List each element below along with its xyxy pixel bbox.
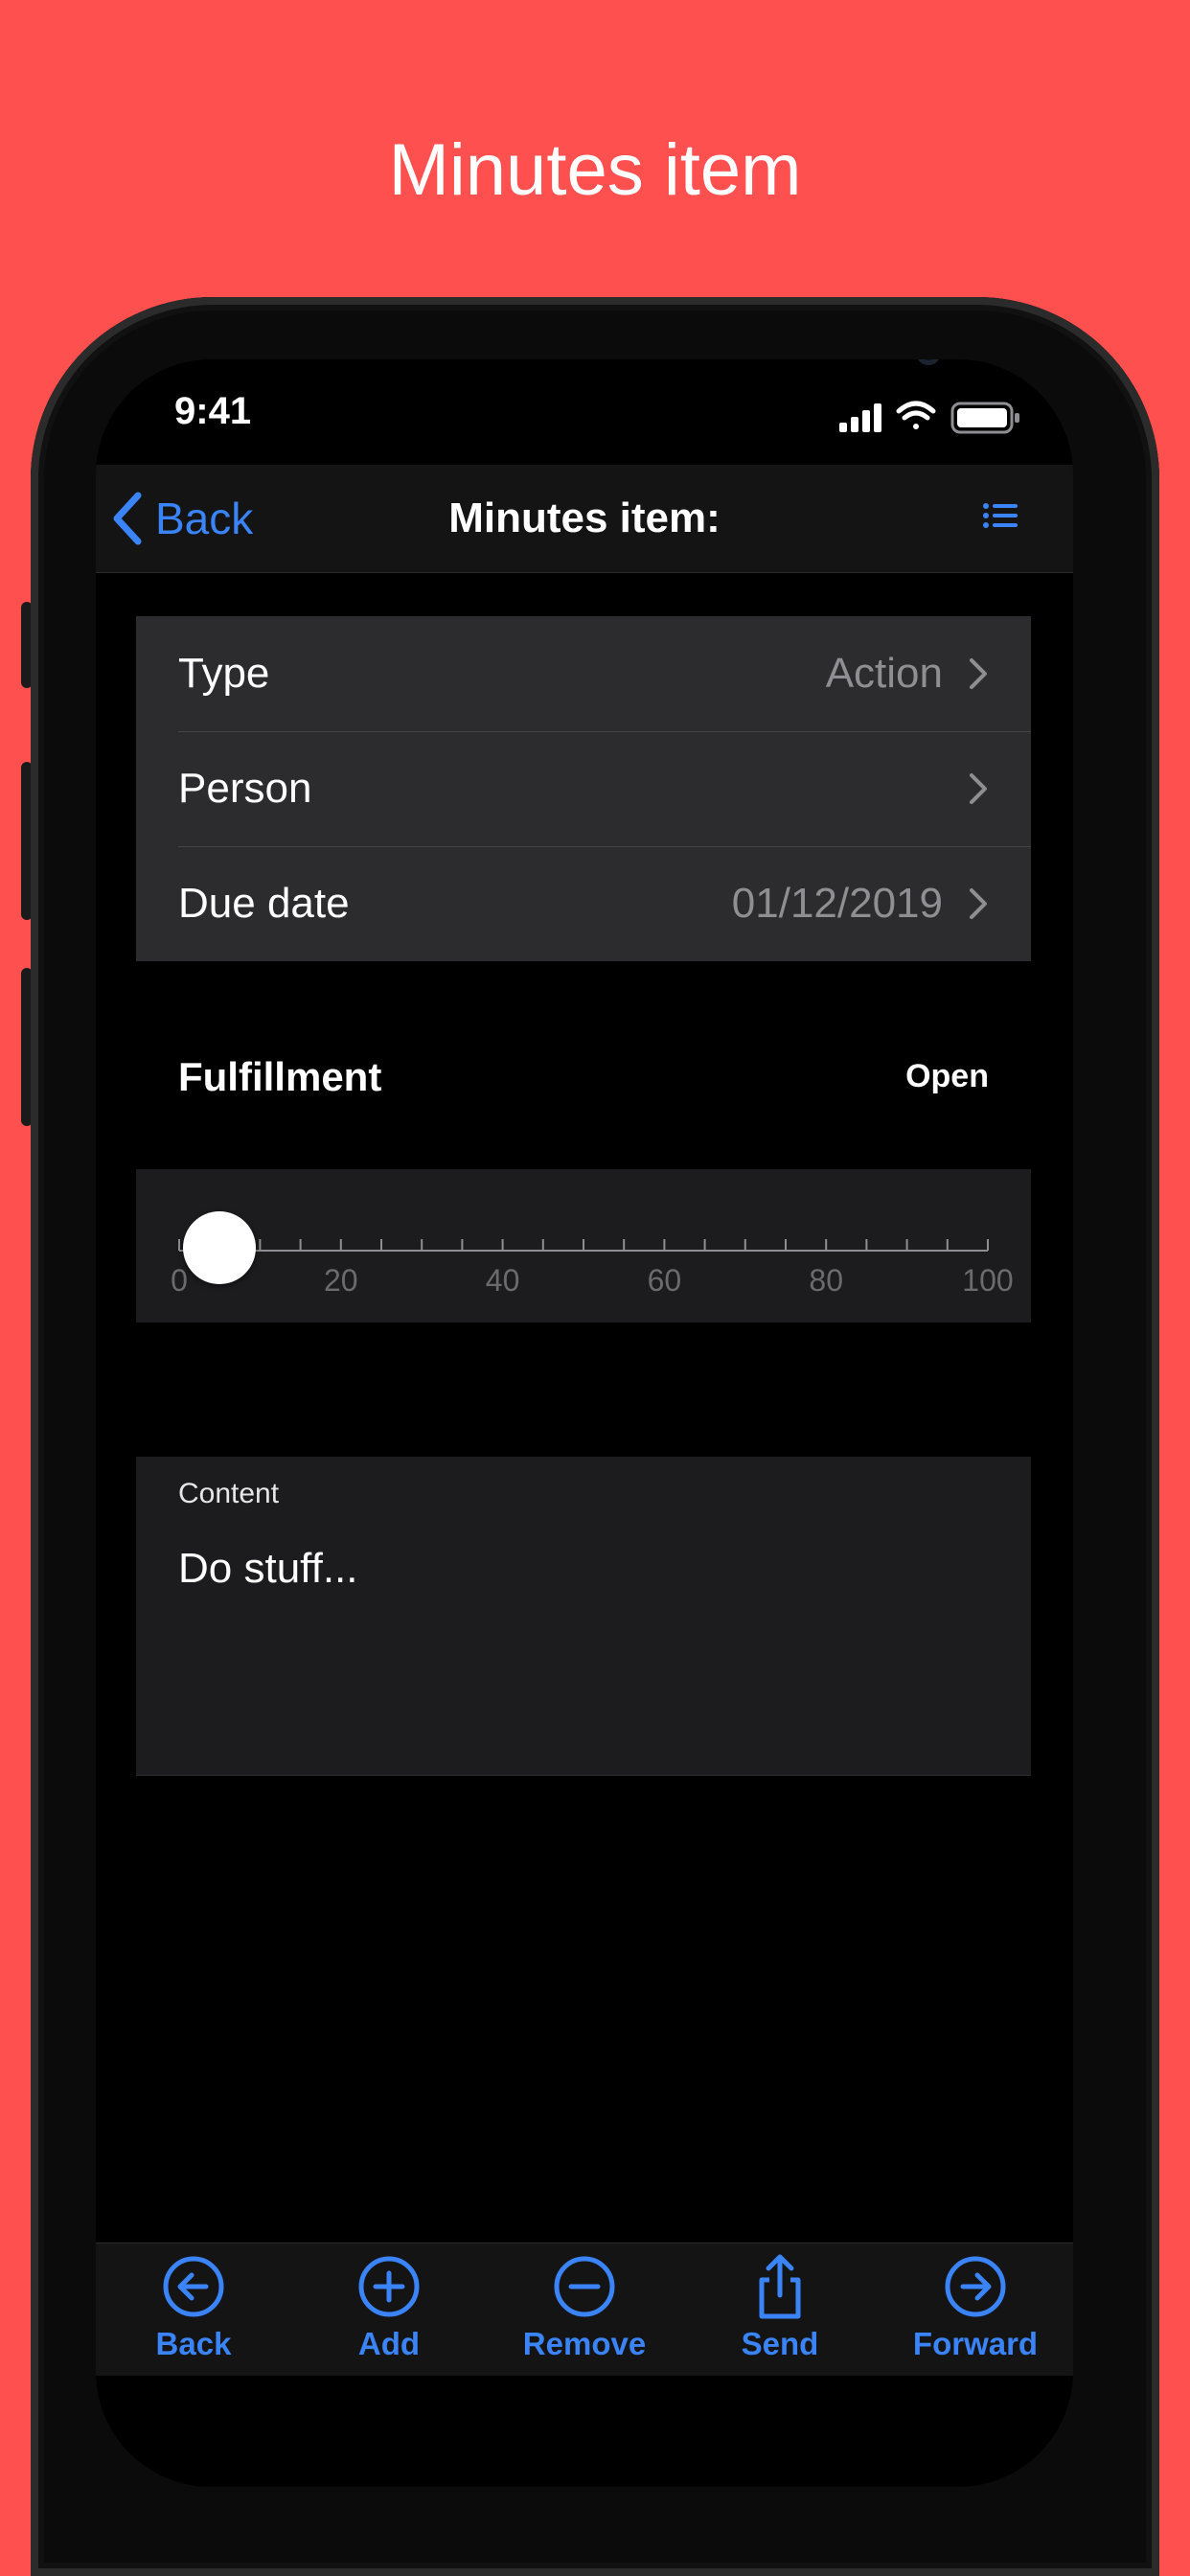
toolbar-send-button[interactable]: Send	[682, 2243, 878, 2376]
details-group: Type Action Person Due date 01/12/2019	[136, 616, 1031, 961]
slider-tick-label: 80	[809, 1263, 843, 1298]
notch	[314, 359, 941, 438]
share-icon	[759, 2254, 801, 2319]
toolbar-back-label: Back	[155, 2326, 232, 2361]
chevron-right-icon	[970, 773, 987, 804]
row-person[interactable]: Person	[136, 731, 1031, 846]
signal-icon	[839, 403, 881, 432]
slider-tick-label: 60	[647, 1263, 682, 1298]
toolbar-remove-button[interactable]: Remove	[487, 2243, 682, 2376]
toolbar-add-label: Add	[357, 2326, 421, 2361]
content-text[interactable]: Do stuff...	[178, 1545, 358, 1593]
content-panel[interactable]: Content Do stuff...	[136, 1457, 1031, 1776]
row-type[interactable]: Type Action	[136, 616, 1031, 731]
bottom-toolbar: Back Add Remove Send Forward	[96, 2242, 1073, 2376]
screen: 9:41 Back Minutes item: Type Action Pers…	[96, 359, 1073, 2487]
fulfillment-status: Open	[905, 1058, 989, 1094]
row-due-date-value: 01/12/2019	[731, 880, 943, 927]
slider-tick-label: 0	[171, 1263, 188, 1298]
toolbar-forward-label: Forward	[912, 2326, 1039, 2361]
content-label: Content	[178, 1478, 280, 1509]
slider-tick-label: 40	[485, 1263, 520, 1298]
toolbar-send-label: Send	[741, 2326, 819, 2361]
toolbar-forward-button[interactable]: Forward	[878, 2243, 1073, 2376]
slider-tick-label: 20	[324, 1263, 358, 1298]
row-type-label: Type	[178, 650, 270, 697]
arrow-right-circle-icon	[945, 2256, 1006, 2317]
plus-circle-icon	[358, 2256, 420, 2317]
chevron-right-icon	[970, 888, 987, 919]
marketing-title: Minutes item	[388, 129, 802, 211]
slider-thumb[interactable]	[183, 1211, 257, 1284]
slider-track[interactable]	[136, 1169, 1031, 1322]
front-camera	[916, 359, 941, 365]
toolbar-add-button[interactable]: Add	[291, 2243, 487, 2376]
status-icons	[839, 401, 1019, 434]
row-type-value: Action	[825, 650, 943, 697]
slider-tick-label: 100	[962, 1263, 1014, 1298]
list-icon[interactable]	[983, 501, 1018, 530]
toolbar-remove-label: Remove	[522, 2326, 647, 2361]
minus-circle-icon	[554, 2256, 615, 2317]
row-due-date[interactable]: Due date 01/12/2019	[136, 846, 1031, 961]
arrow-left-circle-icon	[163, 2256, 224, 2317]
wifi-icon	[896, 401, 936, 429]
battery-icon	[950, 402, 1019, 434]
row-person-label: Person	[178, 765, 312, 812]
fulfillment-slider-panel: 0 20 40 60 80 100	[136, 1169, 1031, 1322]
row-due-date-label: Due date	[178, 880, 350, 927]
chevron-right-icon	[970, 658, 987, 689]
navigation-bar: Back Minutes item:	[96, 465, 1073, 573]
status-time: 9:41	[174, 390, 252, 432]
toolbar-back-button[interactable]: Back	[96, 2243, 291, 2376]
page-title: Minutes item:	[448, 494, 721, 541]
fulfillment-label: Fulfillment	[178, 1054, 382, 1099]
